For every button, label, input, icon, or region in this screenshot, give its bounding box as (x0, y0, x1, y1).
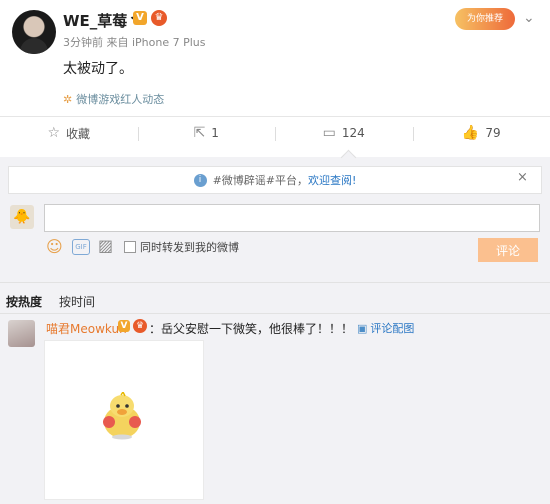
like-button[interactable]: 👍 79 (412, 125, 550, 141)
sort-by-hot-tab[interactable]: 按热度 (6, 293, 42, 310)
close-icon[interactable]: × (517, 170, 528, 185)
submit-comment-button[interactable]: 评论 (478, 238, 538, 262)
chevron-down-icon[interactable]: ⌄ (523, 10, 535, 26)
repost-checkbox[interactable] (124, 241, 136, 253)
action-bar: ☆ 收藏 ⇱ 1 ▭ 124 👍 79 (0, 116, 550, 149)
comment-text: ：岳父安慰一下微笑，他很棒了！！！ (149, 322, 354, 336)
favorite-label: 收藏 (66, 126, 91, 141)
post-time[interactable]: 3分钟前 (63, 36, 103, 49)
comment-picture-link[interactable]: ▣ 评论配图 (357, 320, 414, 336)
verified-badge-icon: V (118, 320, 130, 332)
sort-by-time-tab[interactable]: 按时间 (59, 293, 95, 310)
thumbs-up-icon: 👍 (461, 125, 480, 141)
comment-input[interactable] (44, 204, 540, 232)
recommend-badge: 为你推荐 (455, 8, 515, 30)
post-text: 太被动了。 (63, 61, 133, 77)
repost-icon: ⇱ (193, 125, 206, 141)
comment-picture-label: 评论配图 (370, 322, 415, 335)
verified-badge-icon: V (133, 11, 147, 25)
comment-icon: ▭ (322, 125, 336, 141)
post-meta: 3分钟前 来自 iPhone 7 Plus (63, 34, 206, 50)
comment-button[interactable]: ▭ 124 (275, 125, 413, 141)
vip-crown-icon: ♛ (133, 319, 147, 333)
comment-count: 124 (341, 126, 365, 140)
divider (0, 282, 550, 283)
commenter-name[interactable]: 喵君Meowkun (46, 320, 127, 337)
gif-icon[interactable]: GIF (72, 239, 90, 255)
notice-link[interactable]: 欢迎查阅! (308, 172, 356, 188)
vip-crown-icon: ♛ (151, 10, 167, 26)
flower-icon: ✲ (63, 92, 73, 106)
repost-count: 1 (211, 126, 219, 140)
emoji-icon[interactable]: ☺ (46, 237, 63, 256)
commenter-avatar[interactable] (8, 320, 35, 347)
duck-sticker-image (103, 392, 141, 440)
author-name[interactable]: WE_草莓丶 (63, 10, 142, 31)
source-link[interactable]: 微博游戏红人动态 (76, 91, 164, 107)
my-avatar: 🐥 (10, 205, 34, 229)
notice-bar: i #微博辟谣#平台， 欢迎查阅! (8, 166, 542, 194)
info-icon: i (193, 173, 207, 187)
favorite-button[interactable]: ☆ 收藏 (0, 125, 138, 142)
picture-icon: ▣ (357, 321, 368, 335)
star-icon: ☆ (47, 125, 61, 141)
repost-button[interactable]: ⇱ 1 (137, 125, 276, 141)
divider (0, 313, 550, 314)
image-icon[interactable]: ▨ (98, 236, 113, 255)
post-source: 来自 iPhone 7 Plus (106, 36, 206, 49)
author-avatar[interactable] (12, 10, 56, 54)
notice-text: #微博辟谣#平台， (212, 174, 308, 187)
like-count: 79 (485, 126, 501, 140)
repost-checkbox-label: 同时转发到我的微博 (140, 241, 239, 254)
source-link-row[interactable]: ✲ 微博游戏红人动态 (63, 91, 164, 107)
